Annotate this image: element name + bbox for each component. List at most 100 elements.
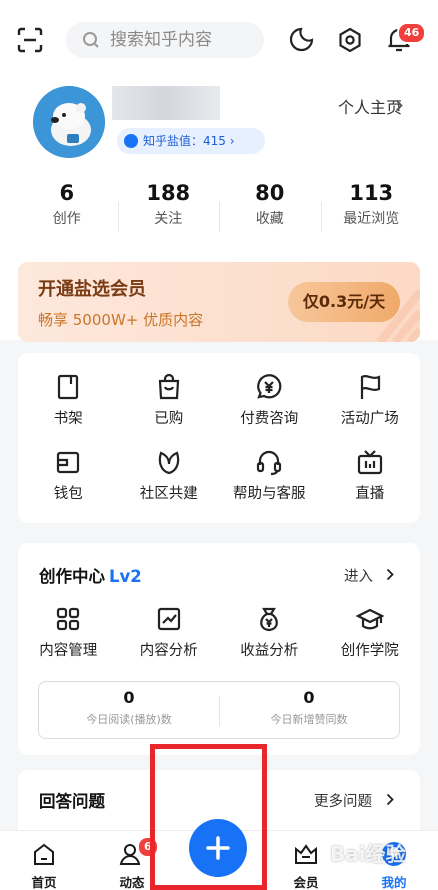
- notification-badge: 46: [397, 22, 427, 44]
- graduation-cap-icon: [355, 608, 384, 630]
- service-activity-square[interactable]: 活动广场: [320, 373, 421, 433]
- services-card: 书架 已购 付费咨询 活动广场 钱包 社区共建 帮助与客服 直播: [18, 353, 420, 523]
- today-upvotes-number: 0: [303, 688, 315, 707]
- search-icon: [83, 32, 99, 48]
- creation-tool-label: 收益分析: [240, 643, 299, 659]
- create-button[interactable]: [189, 819, 247, 877]
- today-stats[interactable]: 0 今日阅读(播放)数 0 今日新增赞同数: [38, 681, 400, 739]
- more-questions-label: 更多问题: [314, 794, 372, 810]
- salt-value-label: 知乎盐值：415: [143, 134, 226, 148]
- service-community[interactable]: 社区共建: [119, 448, 220, 508]
- vip-subtitle: 畅享 5000W+ 优质内容: [38, 311, 204, 329]
- wallet-icon: [57, 451, 80, 474]
- today-upvotes: 0 今日新增赞同数: [219, 682, 399, 738]
- services-row-1: 书架 已购 付费咨询 活动广场: [18, 373, 420, 433]
- plus-icon: [206, 836, 230, 860]
- chevron-right-icon: [395, 99, 403, 112]
- headset-icon: [257, 450, 282, 476]
- creation-academy[interactable]: 创作学院: [320, 605, 421, 665]
- paid-consult-icon: [257, 374, 282, 399]
- money-bag-icon: [260, 607, 279, 632]
- stats-row: 6 创作 188 关注 80 收藏 113 最近浏览: [16, 178, 422, 234]
- more-questions-link[interactable]: 更多问题: [314, 790, 372, 811]
- stat-creations[interactable]: 6 创作: [16, 178, 118, 234]
- today-reads: 0 今日阅读(播放)数: [39, 682, 219, 738]
- service-wallet[interactable]: 钱包: [18, 448, 119, 508]
- service-label: 社区共建: [139, 486, 198, 502]
- home-icon: [34, 843, 54, 865]
- crown-icon: [295, 844, 317, 864]
- top-bar: 46: [0, 18, 438, 62]
- creation-enter-link[interactable]: 进入: [344, 565, 373, 586]
- service-bookshelf[interactable]: 书架: [18, 373, 119, 433]
- shopping-bag-icon: [158, 373, 179, 400]
- tv-icon: [357, 450, 382, 475]
- today-reads-number: 0: [123, 688, 135, 707]
- creation-content-management[interactable]: 内容管理: [18, 605, 119, 665]
- feed-badge: 6: [137, 836, 159, 858]
- vip-title: 开通盐选会员: [38, 279, 146, 300]
- chevron-right-icon: [386, 568, 394, 581]
- search-box[interactable]: [66, 22, 264, 58]
- service-label: 钱包: [53, 486, 83, 502]
- leaf-icon: [158, 451, 179, 475]
- chevron-right-icon: ›: [229, 134, 235, 148]
- stat-following[interactable]: 188 关注: [117, 178, 220, 234]
- service-label: 付费咨询: [240, 411, 299, 427]
- service-label: 已购: [154, 411, 184, 427]
- grid-icon: [57, 607, 80, 631]
- answer-questions-title: 回答问题: [39, 792, 105, 811]
- username-blurred: [112, 86, 220, 120]
- salt-value-chip[interactable]: 知乎盐值：415 ›: [117, 128, 265, 154]
- service-label: 帮助与客服: [233, 486, 306, 502]
- creation-center-card: 创作中心 Lv2 进入 内容管理 内容分析 收益分析 创作学院 0 今日阅读(播放)…: [18, 543, 420, 755]
- stat-number: 80: [255, 181, 285, 205]
- service-label: 直播: [355, 486, 385, 502]
- service-help[interactable]: 帮助与客服: [219, 448, 320, 508]
- vip-price-button[interactable]: 仅0.3元/天: [288, 282, 400, 322]
- chart-icon: [157, 607, 180, 631]
- homepage-link[interactable]: 个人主页: [338, 94, 402, 118]
- watermark-text: Bai经验: [330, 842, 406, 866]
- creation-tool-label: 内容分析: [139, 643, 198, 659]
- service-purchased[interactable]: 已购: [119, 373, 220, 433]
- today-reads-label: 今日阅读(播放)数: [86, 713, 172, 726]
- service-label: 书架: [53, 411, 83, 427]
- homepage-link-label: 个人主页: [337, 98, 402, 117]
- stat-recent-views[interactable]: 113 最近浏览: [320, 178, 423, 234]
- service-live[interactable]: 直播: [320, 448, 421, 508]
- creation-revenue-analysis[interactable]: 收益分析: [219, 605, 320, 665]
- moon-icon[interactable]: [287, 26, 315, 54]
- search-input[interactable]: [110, 22, 258, 58]
- vip-banner[interactable]: 开通盐选会员 畅享 5000W+ 优质内容 仅0.3元/天: [18, 262, 420, 342]
- stat-number: 113: [349, 181, 394, 205]
- bookshelf-icon: [58, 374, 79, 400]
- tab-feed-label: 动态: [119, 875, 145, 890]
- creation-title-text: 创作中心: [39, 567, 105, 586]
- creation-level: Lv2: [109, 567, 142, 586]
- creation-center-title[interactable]: 创作中心 Lv2: [39, 563, 142, 587]
- stat-label: 最近浏览: [343, 211, 400, 227]
- stat-number: 188: [146, 181, 191, 205]
- tab-vip[interactable]: 会员: [276, 831, 336, 890]
- services-row-2: 钱包 社区共建 帮助与客服 直播: [18, 448, 420, 508]
- tab-vip-label: 会员: [293, 875, 319, 890]
- chevron-right-icon: [386, 793, 394, 806]
- settings-icon[interactable]: [336, 26, 364, 54]
- today-upvotes-label: 今日新增赞同数: [270, 713, 348, 726]
- scan-icon[interactable]: [16, 26, 44, 54]
- creation-content-analysis[interactable]: 内容分析: [119, 605, 220, 665]
- salt-icon: [124, 134, 138, 148]
- service-paid-consult[interactable]: 付费咨询: [219, 373, 320, 433]
- stat-label: 创作: [52, 211, 81, 227]
- creation-tools-row: 内容管理 内容分析 收益分析 创作学院: [18, 605, 420, 665]
- avatar[interactable]: [33, 86, 105, 158]
- stat-label: 收藏: [255, 211, 284, 227]
- flag-icon: [360, 375, 380, 399]
- tab-home[interactable]: 首页: [14, 831, 74, 890]
- tab-mine-label: 我的: [381, 875, 407, 890]
- stat-favorites[interactable]: 80 收藏: [219, 178, 321, 234]
- service-label: 活动广场: [340, 411, 399, 427]
- creation-tool-label: 内容管理: [39, 643, 98, 659]
- stat-number: 6: [59, 181, 75, 205]
